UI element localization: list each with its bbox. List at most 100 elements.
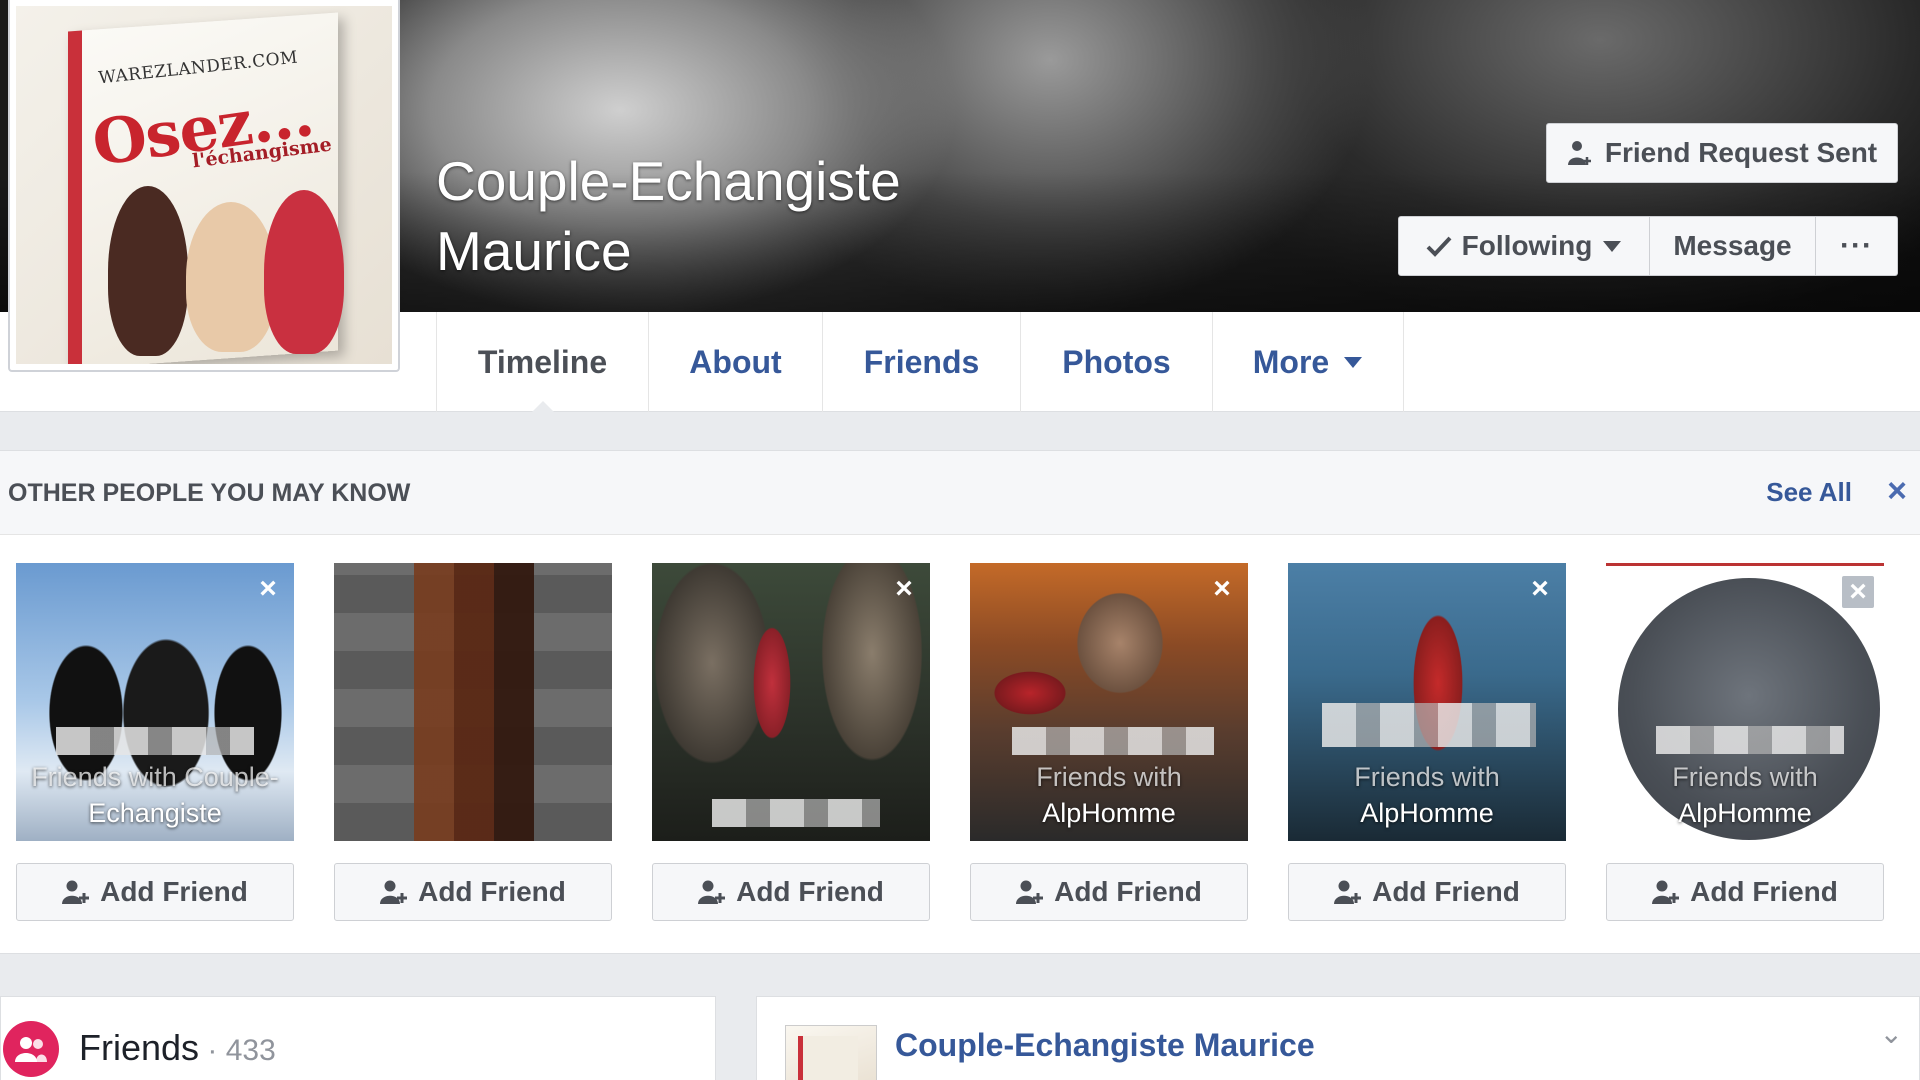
avatar-book (798, 1036, 858, 1080)
suggestion-photo[interactable]: Friends with AlpHomme × (1606, 563, 1884, 841)
dismiss-icon[interactable]: × (888, 573, 920, 605)
mutual-line1: Friends with (1036, 762, 1182, 792)
suggestion-card: Add Friend (334, 563, 612, 921)
profile-name-line1: Couple-Echangiste (436, 150, 901, 212)
add-friend-icon (1652, 880, 1680, 904)
add-friend-icon (1334, 880, 1362, 904)
friend-request-icon (1567, 141, 1591, 165)
add-friend-button[interactable]: Add Friend (334, 863, 612, 921)
suggestion-card: Friends with Couple- Echangiste × Add Fr… (16, 563, 294, 921)
post-author-avatar[interactable] (785, 1025, 877, 1080)
add-friend-button[interactable]: Add Friend (652, 863, 930, 921)
mutual-friends-text: Friends with AlpHomme (970, 759, 1248, 831)
add-friend-label: Add Friend (1372, 876, 1520, 907)
profile-actions: Following Message ··· (1398, 216, 1898, 276)
mutual-friends-text: Friends with AlpHomme (1606, 759, 1884, 831)
suggestion-photo[interactable] (334, 563, 612, 841)
following-button[interactable]: Following (1398, 216, 1650, 276)
message-button[interactable]: Message (1650, 216, 1816, 276)
add-friend-button[interactable]: Add Friend (1288, 863, 1566, 921)
mutual-line1: Friends with (1672, 762, 1818, 792)
see-all-link[interactable]: See All (1766, 477, 1852, 508)
add-friend-label: Add Friend (1054, 876, 1202, 907)
pymk-header: OTHER PEOPLE YOU MAY KNOW See All × (0, 451, 1920, 535)
mutual-line2: Echangiste (88, 798, 222, 828)
blurred-name (712, 799, 880, 827)
add-friend-label: Add Friend (100, 876, 248, 907)
suggestion-photo[interactable]: Friends with Couple- Echangiste × (16, 563, 294, 841)
friends-title: Friends (79, 1027, 200, 1068)
friend-request-sent-button[interactable]: Friend Request Sent (1546, 123, 1898, 183)
ellipsis-icon: ··· (1840, 229, 1873, 262)
add-friend-icon (698, 880, 726, 904)
nav-tabs: Timeline About Friends Photos More (436, 312, 1404, 413)
add-friend-label: Add Friend (736, 876, 884, 907)
suggestion-card: Friends with AlpHomme × Add Friend (970, 563, 1248, 921)
profile-name-line2: Maurice (436, 220, 632, 282)
mutual-line2: AlpHomme (1678, 798, 1812, 828)
tab-friends-label: Friends (863, 343, 980, 380)
suggestion-photo[interactable]: Friends with AlpHomme × (1288, 563, 1566, 841)
suggestion-photo[interactable]: × (652, 563, 930, 841)
friends-glyph (15, 1037, 47, 1062)
more-options-button[interactable]: ··· (1816, 216, 1898, 276)
caret-down-icon (1344, 357, 1363, 368)
add-friend-label: Add Friend (418, 876, 566, 907)
dismiss-icon[interactable]: × (1206, 573, 1238, 605)
dismiss-icon[interactable] (570, 573, 602, 605)
tab-about[interactable]: About (648, 312, 822, 412)
mutual-line1: Friends with (1354, 762, 1500, 792)
profile-name: Couple-Echangiste Maurice (436, 146, 956, 286)
suggestion-card: × Add Friend (652, 563, 930, 921)
add-friend-button[interactable]: Add Friend (970, 863, 1248, 921)
add-friend-button[interactable]: Add Friend (16, 863, 294, 921)
chevron-down-icon[interactable]: ⌄ (1880, 1017, 1903, 1050)
mutual-friends-text: Friends with AlpHomme (1288, 759, 1566, 831)
caret-down-icon (1603, 241, 1622, 252)
tab-timeline[interactable]: Timeline (436, 312, 648, 413)
mutual-friends-text: Friends with Couple- Echangiste (16, 759, 294, 831)
friends-icon (3, 1021, 59, 1077)
cartoon-figure (186, 202, 276, 352)
dismiss-icon[interactable]: × (1524, 573, 1556, 605)
tab-more[interactable]: More (1212, 312, 1404, 412)
blurred-name (1656, 726, 1844, 754)
profile-picture[interactable]: WAREZLANDER.COM Osez... l'échangisme (8, 0, 400, 372)
friends-section: Friends · 433 (0, 996, 716, 1080)
tab-timeline-label: Timeline (477, 343, 608, 380)
tab-about-label: About (689, 343, 782, 380)
close-icon[interactable]: × (1880, 471, 1914, 511)
friends-heading[interactable]: Friends · 433 (79, 1027, 276, 1069)
cartoon-figure (108, 186, 188, 356)
blurred-name (1012, 727, 1214, 755)
tab-photos-label: Photos (1062, 343, 1171, 380)
add-friend-button[interactable]: Add Friend (1606, 863, 1884, 921)
post-card: Couple-Echangiste Maurice ⌄ (756, 996, 1920, 1080)
friends-count: · 433 (199, 1034, 276, 1067)
dismiss-icon[interactable]: × (1842, 576, 1874, 608)
mutual-line2: AlpHomme (1042, 798, 1176, 828)
add-friend-icon (1016, 880, 1044, 904)
tab-friends[interactable]: Friends (822, 312, 1020, 412)
pymk-title: OTHER PEOPLE YOU MAY KNOW (8, 479, 411, 507)
dismiss-icon[interactable]: × (252, 573, 284, 605)
tab-photos[interactable]: Photos (1020, 312, 1212, 412)
cartoon-figure (264, 190, 344, 354)
blurred-name (1322, 703, 1536, 747)
mutual-line1: Friends with Couple- (31, 762, 279, 792)
add-friend-label: Add Friend (1690, 876, 1838, 907)
add-friend-icon (62, 880, 90, 904)
friend-request-label: Friend Request Sent (1604, 137, 1878, 168)
suggestion-photo[interactable]: Friends with AlpHomme × (970, 563, 1248, 841)
tab-more-label: More (1252, 343, 1330, 380)
book-cover-image: WAREZLANDER.COM Osez... l'échangisme (16, 6, 392, 364)
checkmark-icon (1426, 236, 1452, 257)
mutual-line2: AlpHomme (1360, 798, 1494, 828)
add-friend-icon (380, 880, 408, 904)
suggestion-card: Friends with AlpHomme × Add Friend (1288, 563, 1566, 921)
blurred-name (56, 727, 254, 755)
message-label: Message (1673, 230, 1792, 261)
suggestion-card: Friends with AlpHomme × Add Friend (1606, 563, 1884, 921)
following-label: Following (1461, 230, 1593, 261)
post-author-link[interactable]: Couple-Echangiste Maurice (895, 1027, 1315, 1064)
